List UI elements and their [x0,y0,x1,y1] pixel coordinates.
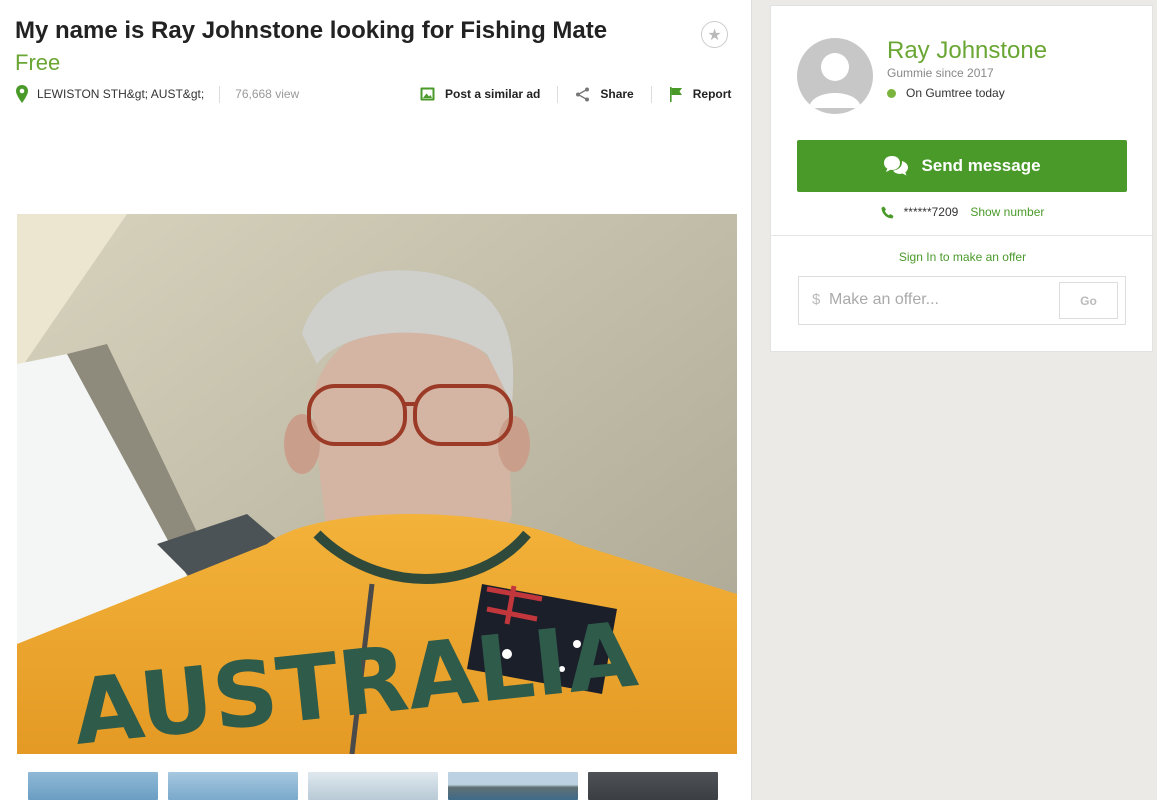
currency-symbol: $ [812,291,821,308]
seller-name-link[interactable]: Ray Johnstone [887,37,1047,65]
seller-avatar[interactable] [797,38,873,114]
masked-phone-number: ******7209 [903,205,959,219]
share-label: Share [600,87,634,101]
phone-icon [881,206,894,218]
phone-number-row: ******7209 Show number [771,205,1154,219]
thumbnail[interactable] [588,772,718,800]
report-label: Report [692,87,732,101]
online-status-dot-icon [887,88,896,98]
divider [219,85,221,103]
divider [557,85,559,103]
divider [650,85,652,103]
report-button[interactable]: Report [669,86,732,102]
user-icon [809,53,861,108]
post-similar-ad-button[interactable]: Post a similar ad [420,87,540,101]
share-icon [576,87,590,101]
map-pin-icon [16,85,28,103]
thumbnail[interactable] [308,772,438,800]
seller-card: Ray Johnstone Gummie since 2017 On Gumtr… [770,5,1154,352]
divider [771,235,1154,236]
chat-bubbles-icon [884,156,909,176]
post-similar-label: Post a similar ad [445,87,541,101]
ad-actions: Post a similar ad Share Report [420,84,731,104]
send-message-label: Send message [921,156,1041,175]
ad-details-panel: My name is Ray Johnstone looking for Fis… [0,0,752,800]
ad-title: My name is Ray Johnstone looking for Fis… [15,17,608,44]
ad-price: Free [15,50,61,75]
thumbnail[interactable] [448,772,578,800]
make-offer-form: $ Go [798,276,1126,325]
share-button[interactable]: Share [575,87,634,102]
member-since: Gummie since 2017 [887,66,994,80]
ad-location: LEWISTON STH&gt; AUST&gt; [37,87,205,101]
send-message-button[interactable]: Send message [797,140,1127,192]
ad-meta: LEWISTON STH&gt; AUST&gt; 76,668 view [15,84,299,104]
thumbnail[interactable] [28,772,158,800]
thumbnail[interactable] [168,772,298,800]
show-number-link[interactable]: Show number [970,205,1044,219]
seller-activity-status: On Gumtree today [887,86,1005,100]
flag-icon [669,86,682,102]
activity-label: On Gumtree today [906,86,1005,100]
offer-amount-input[interactable] [829,285,1054,315]
ad-view-count: 76,668 view [235,87,300,101]
image-icon [420,87,435,101]
seller-photo: AUSTRALIA [17,214,737,754]
ad-main-photo[interactable]: AUSTRALIA [17,214,737,754]
sign-in-to-make-offer-link[interactable]: Sign In to make an offer [771,250,1154,264]
submit-offer-button[interactable]: Go [1059,282,1118,319]
photo-thumbnails [28,772,718,800]
favourite-star-icon[interactable]: ★ [701,21,728,48]
